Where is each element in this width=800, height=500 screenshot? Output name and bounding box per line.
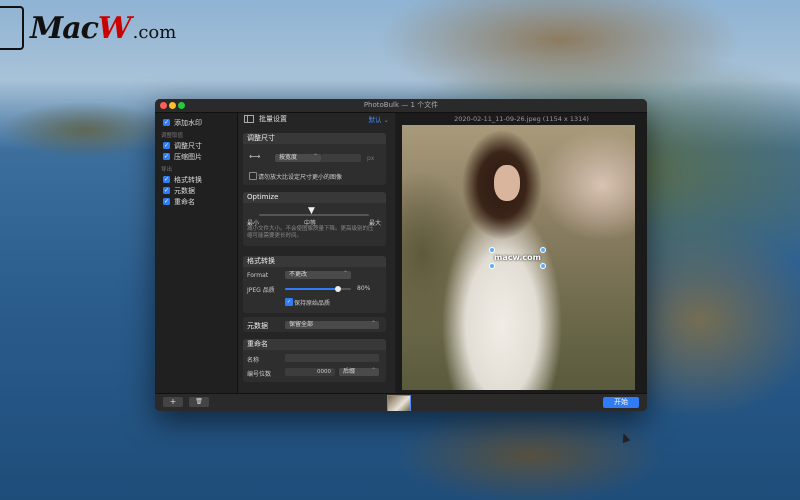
resize-title: 调整尺寸 xyxy=(243,133,386,144)
metadata-select[interactable]: 保留全部 xyxy=(285,320,379,329)
sidebar-group-label: 导出 xyxy=(161,167,173,173)
resize-value-input[interactable] xyxy=(321,154,361,162)
checkbox-checked-icon[interactable]: ✓ xyxy=(163,142,170,149)
resize-unit: px xyxy=(367,155,375,162)
sidebar-item-resize[interactable]: ✓ 调整尺寸 xyxy=(163,140,237,151)
rename-name-label: 名称 xyxy=(247,357,260,364)
jpeg-quality-value: 80% xyxy=(357,285,371,292)
checkbox-checked-icon[interactable]: ✓ xyxy=(163,198,170,205)
keep-quality-checkbox[interactable]: ✓ xyxy=(285,298,293,306)
jpeg-quality-fill xyxy=(285,288,338,290)
window-title: PhotoBulk — 1 个文件 xyxy=(363,101,439,109)
rename-position-select[interactable]: 后缀 xyxy=(339,367,379,376)
sidebar-group-label: 调整取值 xyxy=(161,133,184,139)
bottom-toolbar: + 🗑 开始 xyxy=(155,393,647,411)
format-panel: 格式转换 Format 不更改 JPEG 品质 80% ✓ 保持原始品质 xyxy=(243,256,386,313)
format-label: Format xyxy=(247,272,269,279)
resize-panel: 调整尺寸 ⟷ 按宽度 px 请勿放大比设定尺寸更小的图像 xyxy=(243,133,386,185)
sidebar-item-format[interactable]: ✓ 格式转换 xyxy=(163,174,237,185)
sidebar-item-watermark[interactable]: ✓ 添加水印 xyxy=(163,117,237,128)
logo-main: MacW xyxy=(30,10,132,46)
sidebar-item-metadata[interactable]: ✓ 元数据 xyxy=(163,185,237,196)
optimize-title: Optimize xyxy=(243,192,386,203)
format-title: 格式转换 xyxy=(243,256,386,267)
metadata-panel: 元数据 保留全部 xyxy=(243,317,386,332)
watermark-text[interactable]: macw.com xyxy=(494,253,541,262)
rename-digits-label: 编号位数 xyxy=(247,371,272,378)
preset-dropdown[interactable]: 默认 ⌄ xyxy=(368,114,389,124)
jpeg-quality-label: JPEG 品质 xyxy=(247,287,275,294)
checkbox-checked-icon[interactable]: ✓ xyxy=(163,119,170,126)
photobulk-window: PhotoBulk — 1 个文件 ✓ 添加水印 调整取值 ✓ 调整尺寸 ✓ 压缩图片… xyxy=(155,99,647,411)
rename-title: 重命名 xyxy=(243,339,386,350)
keep-quality-label: 保持原始品质 xyxy=(294,300,331,307)
enlarge-checkbox[interactable] xyxy=(249,172,257,180)
watermark-handle[interactable] xyxy=(489,263,495,269)
preview-filename: 2020-02-11_11-09-26.jpeg (1154 x 1314) xyxy=(454,115,589,123)
sidebar-toggle-icon[interactable] xyxy=(244,115,254,123)
optimize-slider-knob[interactable]: ▼ xyxy=(308,206,315,216)
photo-subject-face xyxy=(494,165,520,201)
enlarge-label: 请勿放大比设定尺寸更小的图像 xyxy=(258,174,343,181)
sidebar: ✓ 添加水印 调整取值 ✓ 调整尺寸 ✓ 压缩图片 导出 ✓ 格式转换 ✓ 元数据 ✓ 重命… xyxy=(155,113,238,393)
checkbox-checked-icon[interactable]: ✓ xyxy=(163,176,170,183)
settings-header: 批量设置 默认 ⌄ xyxy=(238,113,395,125)
settings-panel: 批量设置 默认 ⌄ 调整尺寸 ⟷ 按宽度 px 请勿放大比设定尺寸更小的图像 O… xyxy=(238,113,395,393)
logo-suffix: .com xyxy=(132,21,177,43)
sidebar-item-rename[interactable]: ✓ 重命名 xyxy=(163,196,237,207)
resize-mode-select[interactable]: 按宽度 xyxy=(275,153,321,162)
optimize-panel: Optimize 最小 中等 最大 ▼ 减小文件大小。不会使图像质量下降。更高级… xyxy=(243,192,386,246)
preview-photo: macw.com xyxy=(402,125,635,390)
checkbox-checked-icon[interactable]: ✓ xyxy=(163,187,170,194)
jpeg-quality-knob[interactable] xyxy=(334,286,341,292)
delete-button[interactable]: 🗑 xyxy=(189,397,209,407)
macw-logo: MacW .com xyxy=(0,4,176,52)
logo-frame-icon xyxy=(0,6,24,50)
titlebar: PhotoBulk — 1 个文件 xyxy=(155,99,647,113)
add-button[interactable]: + xyxy=(163,397,183,407)
rename-digits-input[interactable]: 0000 xyxy=(285,368,335,376)
rename-panel: 重命名 名称 编号位数 0000 后缀 xyxy=(243,339,386,382)
rename-name-input[interactable] xyxy=(285,354,379,362)
width-arrows-icon: ⟷ xyxy=(249,152,261,161)
optimize-description: 减小文件大小。不会使图像质量下降。更高级别的压缩可能需要更长时间。 xyxy=(247,226,374,239)
metadata-label: 元数据 xyxy=(247,322,268,330)
preview-area: 2020-02-11_11-09-26.jpeg (1154 x 1314) m… xyxy=(396,113,647,393)
watermark-handle[interactable] xyxy=(540,263,546,269)
format-select[interactable]: 不更改 xyxy=(285,270,351,279)
checkbox-checked-icon[interactable]: ✓ xyxy=(163,153,170,160)
sidebar-item-compress[interactable]: ✓ 压缩图片 xyxy=(163,151,237,162)
start-button[interactable]: 开始 xyxy=(603,397,639,408)
image-thumbnail[interactable] xyxy=(387,395,411,411)
